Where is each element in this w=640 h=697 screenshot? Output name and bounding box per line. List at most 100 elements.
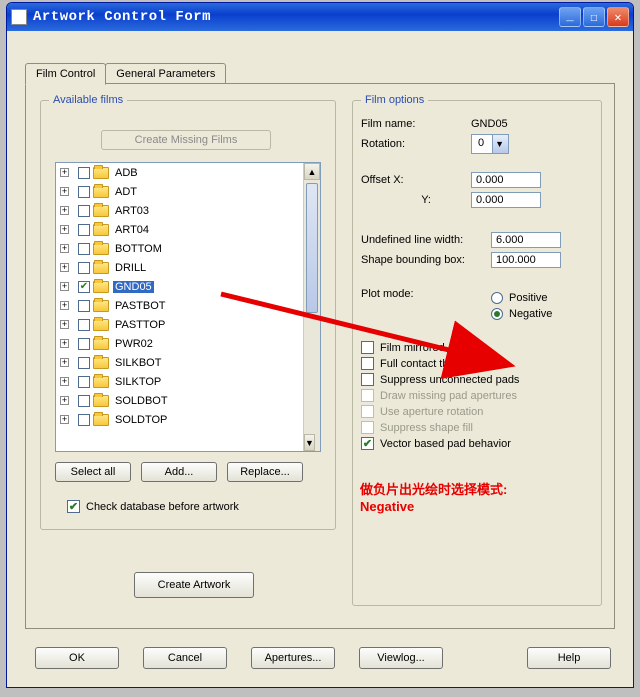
film-mirrored-row[interactable]: Film mirrored bbox=[361, 341, 593, 354]
tab-film-control[interactable]: Film Control bbox=[25, 63, 106, 85]
check-db-label: Check database before artwork bbox=[86, 501, 239, 513]
vector-pad-checkbox[interactable]: ✔ bbox=[361, 437, 374, 450]
expand-icon[interactable]: + bbox=[60, 244, 69, 253]
radio-positive[interactable] bbox=[491, 292, 503, 304]
viewlog-button[interactable]: Viewlog... bbox=[359, 647, 443, 669]
tree-item[interactable]: +SILKTOP bbox=[56, 372, 303, 391]
offset-x-input[interactable] bbox=[471, 172, 541, 188]
add-button[interactable]: Add... bbox=[141, 462, 217, 482]
tree-item[interactable]: + ✔ GND05 bbox=[56, 277, 303, 296]
expand-icon[interactable]: + bbox=[60, 396, 69, 405]
tree-item[interactable]: + ADB bbox=[56, 163, 303, 182]
tree-item[interactable]: +SILKBOT bbox=[56, 353, 303, 372]
scroll-up-button[interactable]: ▲ bbox=[304, 163, 320, 180]
tree-item[interactable]: +PWR02 bbox=[56, 334, 303, 353]
offset-x-label: Offset X: bbox=[361, 174, 471, 186]
create-missing-films-button[interactable]: Create Missing Films bbox=[101, 130, 271, 150]
tree-checkbox[interactable] bbox=[78, 167, 90, 179]
tree-scrollbar[interactable]: ▲ ▼ bbox=[303, 163, 320, 451]
folder-icon bbox=[93, 300, 109, 312]
folder-icon bbox=[93, 281, 109, 293]
scroll-thumb[interactable] bbox=[306, 183, 318, 313]
tree-checkbox[interactable] bbox=[78, 300, 90, 312]
app-icon bbox=[11, 9, 27, 25]
offset-y-input[interactable] bbox=[471, 192, 541, 208]
tree-item-label: ADB bbox=[113, 167, 140, 179]
cancel-button[interactable]: Cancel bbox=[143, 647, 227, 669]
tree-item-label: GND05 bbox=[113, 281, 154, 293]
tree-checkbox[interactable] bbox=[78, 186, 90, 198]
expand-icon[interactable]: + bbox=[60, 168, 69, 177]
ok-button[interactable]: OK bbox=[35, 647, 119, 669]
expand-icon[interactable]: + bbox=[60, 320, 69, 329]
plot-mode-positive[interactable]: Positive bbox=[491, 292, 552, 304]
full-contact-checkbox[interactable] bbox=[361, 357, 374, 370]
tree-item[interactable]: +PASTBOT bbox=[56, 296, 303, 315]
vector-pad-row[interactable]: ✔ Vector based pad behavior bbox=[361, 437, 593, 450]
expand-icon[interactable]: + bbox=[60, 187, 69, 196]
tree-item[interactable]: +SOLDTOP bbox=[56, 410, 303, 429]
rotation-select[interactable]: 0 ▼ bbox=[471, 134, 509, 154]
tree-checkbox[interactable] bbox=[78, 224, 90, 236]
expand-icon[interactable]: + bbox=[60, 225, 69, 234]
tree-checkbox[interactable]: ✔ bbox=[78, 281, 90, 293]
apertures-button[interactable]: Apertures... bbox=[251, 647, 335, 669]
folder-icon bbox=[93, 319, 109, 331]
plot-mode-negative[interactable]: Negative bbox=[491, 308, 552, 320]
use-ap-rot-row: Use aperture rotation bbox=[361, 405, 593, 418]
tree-item[interactable]: +BOTTOM bbox=[56, 239, 303, 258]
tree-checkbox[interactable] bbox=[78, 414, 90, 426]
tree-checkbox[interactable] bbox=[78, 243, 90, 255]
check-db-checkbox[interactable]: ✔ bbox=[67, 500, 80, 513]
suppress-unconn-row[interactable]: Suppress unconnected pads bbox=[361, 373, 593, 386]
tree-item-label: SOLDBOT bbox=[113, 395, 170, 407]
help-button[interactable]: Help bbox=[527, 647, 611, 669]
tree-checkbox[interactable] bbox=[78, 262, 90, 274]
film-mirrored-checkbox[interactable] bbox=[361, 341, 374, 354]
tree-checkbox[interactable] bbox=[78, 319, 90, 331]
available-films-legend: Available films bbox=[49, 94, 127, 106]
expand-icon[interactable]: + bbox=[60, 415, 69, 424]
film-name-value: GND05 bbox=[471, 118, 508, 130]
tree-checkbox[interactable] bbox=[78, 205, 90, 217]
expand-icon[interactable]: + bbox=[60, 282, 69, 291]
tab-panel: Available films Create Missing Films +AD… bbox=[25, 83, 615, 629]
tree-item[interactable]: +PASTTOP bbox=[56, 315, 303, 334]
expand-icon[interactable]: + bbox=[60, 206, 69, 215]
full-contact-row[interactable]: Full contact thermal-reliefs bbox=[361, 357, 593, 370]
title-bar[interactable]: Artwork Control Form _ ☐ ✕ bbox=[7, 3, 633, 31]
undef-line-input[interactable] bbox=[491, 232, 561, 248]
tree-item[interactable]: + DRILL bbox=[56, 258, 303, 277]
suppress-unconn-checkbox[interactable] bbox=[361, 373, 374, 386]
expand-icon[interactable]: + bbox=[60, 339, 69, 348]
select-all-button[interactable]: Select all bbox=[55, 462, 131, 482]
check-db-row[interactable]: ✔ Check database before artwork bbox=[67, 500, 239, 513]
tree-checkbox[interactable] bbox=[78, 376, 90, 388]
client-area: Film Control General Parameters Availabl… bbox=[11, 35, 629, 683]
replace-button[interactable]: Replace... bbox=[227, 462, 303, 482]
shape-box-input[interactable] bbox=[491, 252, 561, 268]
expand-icon[interactable]: + bbox=[60, 301, 69, 310]
expand-icon[interactable]: + bbox=[60, 263, 69, 272]
create-artwork-button[interactable]: Create Artwork bbox=[134, 572, 254, 598]
tree-checkbox[interactable] bbox=[78, 357, 90, 369]
tree-checkbox[interactable] bbox=[78, 338, 90, 350]
expand-icon[interactable]: + bbox=[60, 377, 69, 386]
tree-checkbox[interactable] bbox=[78, 395, 90, 407]
folder-icon bbox=[93, 224, 109, 236]
close-button[interactable]: ✕ bbox=[607, 7, 629, 27]
tab-general-parameters[interactable]: General Parameters bbox=[105, 63, 226, 85]
tree-item[interactable]: + SOLDBOT bbox=[56, 391, 303, 410]
offset-y-label: Y: bbox=[361, 194, 471, 206]
suppress-shape-row: Suppress shape fill bbox=[361, 421, 593, 434]
tree-item[interactable]: +ART04 bbox=[56, 220, 303, 239]
tree-item-label: DRILL bbox=[113, 262, 148, 274]
expand-icon[interactable]: + bbox=[60, 358, 69, 367]
minimize-button[interactable]: _ bbox=[559, 7, 581, 27]
films-tree[interactable]: +ADB+ADT+ART03+ART04+BOTTOM+DRILL+✔GND05… bbox=[55, 162, 321, 452]
scroll-down-button[interactable]: ▼ bbox=[304, 434, 315, 451]
maximize-button[interactable]: ☐ bbox=[583, 7, 605, 27]
radio-negative[interactable] bbox=[491, 308, 503, 320]
tree-item[interactable]: +ART03 bbox=[56, 201, 303, 220]
tree-item[interactable]: +ADT bbox=[56, 182, 303, 201]
